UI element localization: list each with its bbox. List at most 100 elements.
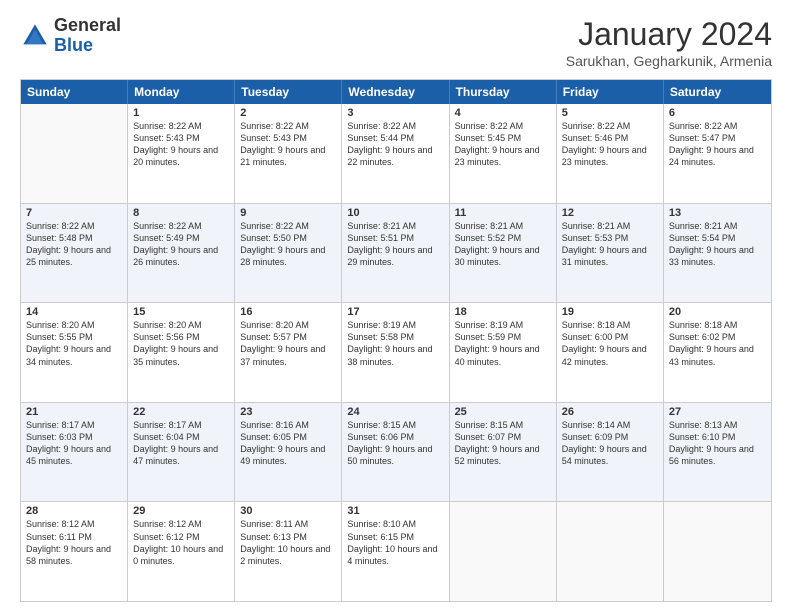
cell-line: Sunset: 6:07 PM — [455, 431, 551, 443]
day-number: 24 — [347, 406, 443, 418]
cell-line: Sunset: 5:43 PM — [133, 132, 229, 144]
day-number: 7 — [26, 207, 122, 219]
cell-line: Sunset: 5:48 PM — [26, 232, 122, 244]
cell-line: Daylight: 10 hours and 0 minutes. — [133, 543, 229, 567]
cell-line: Sunset: 6:10 PM — [669, 431, 766, 443]
cal-cell: 4Sunrise: 8:22 AMSunset: 5:45 PMDaylight… — [450, 104, 557, 203]
cell-line: Sunset: 5:56 PM — [133, 331, 229, 343]
cal-cell: 3Sunrise: 8:22 AMSunset: 5:44 PMDaylight… — [342, 104, 449, 203]
page: General Blue January 2024 Sarukhan, Gegh… — [0, 0, 792, 612]
cal-cell: 27Sunrise: 8:13 AMSunset: 6:10 PMDayligh… — [664, 403, 771, 502]
day-number: 6 — [669, 107, 766, 119]
cell-line: Daylight: 9 hours and 45 minutes. — [26, 443, 122, 467]
day-number: 18 — [455, 306, 551, 318]
cell-line: Daylight: 10 hours and 2 minutes. — [240, 543, 336, 567]
cell-line: Daylight: 9 hours and 34 minutes. — [26, 343, 122, 367]
cell-line: Sunset: 6:11 PM — [26, 531, 122, 543]
day-number: 16 — [240, 306, 336, 318]
general-blue-logo-icon — [20, 21, 50, 51]
cell-line: Daylight: 9 hours and 58 minutes. — [26, 543, 122, 567]
cal-cell: 6Sunrise: 8:22 AMSunset: 5:47 PMDaylight… — [664, 104, 771, 203]
cal-cell: 29Sunrise: 8:12 AMSunset: 6:12 PMDayligh… — [128, 502, 235, 601]
cell-line: Daylight: 9 hours and 43 minutes. — [669, 343, 766, 367]
logo-text: General Blue — [54, 16, 121, 56]
cell-line: Sunrise: 8:22 AM — [562, 120, 658, 132]
cell-line: Daylight: 10 hours and 4 minutes. — [347, 543, 443, 567]
cell-line: Daylight: 9 hours and 35 minutes. — [133, 343, 229, 367]
cal-cell: 25Sunrise: 8:15 AMSunset: 6:07 PMDayligh… — [450, 403, 557, 502]
cell-line: Sunrise: 8:15 AM — [455, 419, 551, 431]
logo: General Blue — [20, 16, 121, 56]
cell-line: Sunset: 5:46 PM — [562, 132, 658, 144]
day-number: 3 — [347, 107, 443, 119]
cell-line: Daylight: 9 hours and 52 minutes. — [455, 443, 551, 467]
calendar-body: 1Sunrise: 8:22 AMSunset: 5:43 PMDaylight… — [21, 104, 771, 601]
cell-line: Sunset: 5:45 PM — [455, 132, 551, 144]
day-number: 10 — [347, 207, 443, 219]
cell-line: Sunrise: 8:22 AM — [240, 220, 336, 232]
cell-line: Daylight: 9 hours and 31 minutes. — [562, 244, 658, 268]
day-number: 13 — [669, 207, 766, 219]
cal-cell: 24Sunrise: 8:15 AMSunset: 6:06 PMDayligh… — [342, 403, 449, 502]
cell-line: Sunset: 6:00 PM — [562, 331, 658, 343]
cell-line: Sunrise: 8:21 AM — [562, 220, 658, 232]
cell-line: Sunrise: 8:20 AM — [133, 319, 229, 331]
cell-line: Sunset: 5:52 PM — [455, 232, 551, 244]
cell-line: Sunset: 6:04 PM — [133, 431, 229, 443]
cell-line: Sunrise: 8:22 AM — [26, 220, 122, 232]
cell-line: Sunset: 6:06 PM — [347, 431, 443, 443]
cal-cell: 23Sunrise: 8:16 AMSunset: 6:05 PMDayligh… — [235, 403, 342, 502]
cell-line: Sunset: 5:53 PM — [562, 232, 658, 244]
cell-line: Sunrise: 8:18 AM — [669, 319, 766, 331]
cal-cell — [664, 502, 771, 601]
cell-line: Daylight: 9 hours and 26 minutes. — [133, 244, 229, 268]
cell-line: Sunrise: 8:22 AM — [133, 120, 229, 132]
day-number: 29 — [133, 505, 229, 517]
cell-line: Daylight: 9 hours and 33 minutes. — [669, 244, 766, 268]
cell-line: Sunset: 6:15 PM — [347, 531, 443, 543]
cell-line: Daylight: 9 hours and 30 minutes. — [455, 244, 551, 268]
cell-line: Sunrise: 8:22 AM — [240, 120, 336, 132]
cal-cell: 12Sunrise: 8:21 AMSunset: 5:53 PMDayligh… — [557, 204, 664, 303]
cal-cell: 8Sunrise: 8:22 AMSunset: 5:49 PMDaylight… — [128, 204, 235, 303]
location: Sarukhan, Gegharkunik, Armenia — [566, 53, 772, 69]
cal-cell: 10Sunrise: 8:21 AMSunset: 5:51 PMDayligh… — [342, 204, 449, 303]
cal-cell — [21, 104, 128, 203]
cal-cell: 16Sunrise: 8:20 AMSunset: 5:57 PMDayligh… — [235, 303, 342, 402]
day-number: 19 — [562, 306, 658, 318]
cell-line: Sunrise: 8:17 AM — [133, 419, 229, 431]
cal-cell: 22Sunrise: 8:17 AMSunset: 6:04 PMDayligh… — [128, 403, 235, 502]
cell-line: Sunrise: 8:20 AM — [240, 319, 336, 331]
cal-cell: 9Sunrise: 8:22 AMSunset: 5:50 PMDaylight… — [235, 204, 342, 303]
cal-cell: 7Sunrise: 8:22 AMSunset: 5:48 PMDaylight… — [21, 204, 128, 303]
cal-week-1: 1Sunrise: 8:22 AMSunset: 5:43 PMDaylight… — [21, 104, 771, 203]
cal-week-2: 7Sunrise: 8:22 AMSunset: 5:48 PMDaylight… — [21, 203, 771, 303]
cal-header-thursday: Thursday — [450, 80, 557, 104]
cal-cell: 13Sunrise: 8:21 AMSunset: 5:54 PMDayligh… — [664, 204, 771, 303]
cell-line: Daylight: 9 hours and 38 minutes. — [347, 343, 443, 367]
cell-line: Sunrise: 8:15 AM — [347, 419, 443, 431]
cell-line: Sunset: 5:44 PM — [347, 132, 443, 144]
cell-line: Sunset: 5:59 PM — [455, 331, 551, 343]
cal-header-friday: Friday — [557, 80, 664, 104]
calendar: SundayMondayTuesdayWednesdayThursdayFrid… — [20, 79, 772, 602]
day-number: 11 — [455, 207, 551, 219]
cal-week-4: 21Sunrise: 8:17 AMSunset: 6:03 PMDayligh… — [21, 402, 771, 502]
day-number: 23 — [240, 406, 336, 418]
cell-line: Daylight: 9 hours and 23 minutes. — [455, 144, 551, 168]
cal-week-5: 28Sunrise: 8:12 AMSunset: 6:11 PMDayligh… — [21, 501, 771, 601]
logo-blue: Blue — [54, 35, 93, 55]
cell-line: Daylight: 9 hours and 24 minutes. — [669, 144, 766, 168]
day-number: 27 — [669, 406, 766, 418]
cell-line: Sunrise: 8:13 AM — [669, 419, 766, 431]
title-block: January 2024 Sarukhan, Gegharkunik, Arme… — [566, 16, 772, 69]
day-number: 22 — [133, 406, 229, 418]
month-title: January 2024 — [566, 16, 772, 53]
day-number: 30 — [240, 505, 336, 517]
calendar-header-row: SundayMondayTuesdayWednesdayThursdayFrid… — [21, 80, 771, 104]
day-number: 12 — [562, 207, 658, 219]
cell-line: Daylight: 9 hours and 21 minutes. — [240, 144, 336, 168]
cal-cell: 14Sunrise: 8:20 AMSunset: 5:55 PMDayligh… — [21, 303, 128, 402]
cal-cell: 17Sunrise: 8:19 AMSunset: 5:58 PMDayligh… — [342, 303, 449, 402]
cal-cell: 18Sunrise: 8:19 AMSunset: 5:59 PMDayligh… — [450, 303, 557, 402]
